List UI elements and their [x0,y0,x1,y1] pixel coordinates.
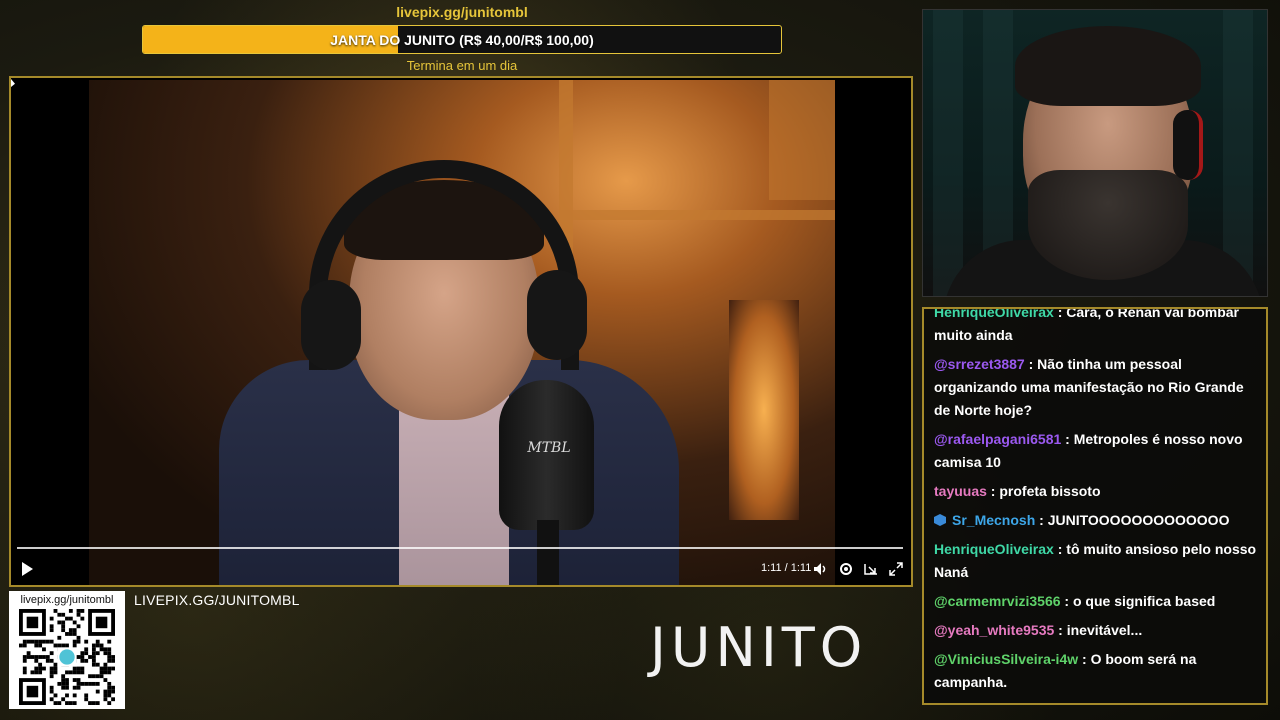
chat-separator: : [1053,541,1067,557]
chat-username[interactable]: HenriqueOliveirax [934,309,1054,320]
play-icon[interactable] [19,560,35,578]
chat-text: o que significa based [1072,593,1216,609]
qr-code-icon [19,609,115,705]
mic-logo: MTBL [527,440,571,456]
chat-message: HenriqueOliveirax : Cara, o Renan vai bo… [934,307,1260,347]
miniplayer-icon[interactable] [863,561,879,577]
chat-message: @yeah_white9535 : inevitável... [934,619,1260,642]
goal-progress-bar: JANTA DO JUNITO (R$ 40,00/R$ 100,00) [142,25,782,54]
chat-separator: : [1054,622,1067,638]
video-frame-image: MTBL [89,80,835,585]
goal-end-text: Termina em um dia [406,58,518,73]
video-player[interactable]: MTBL 1:11 / 1:11 [9,76,913,587]
sub-badge-icon [934,514,946,526]
chat-message: @carmemrvizi3566 : o que significa based [934,590,1260,613]
earcup-left [301,280,361,370]
volume-icon[interactable] [812,561,828,577]
settings-icon[interactable] [838,561,854,577]
chat-panel[interactable]: HenriqueOliveirax : Cara, o Renan vai bo… [922,307,1268,705]
chat-text: profeta bissoto [999,483,1101,499]
webcam-feed [922,9,1268,297]
chat-separator: : [1078,651,1091,667]
chat-username[interactable]: Sr_Mecnosh [952,512,1035,528]
chat-message: tayuuas : profeta bissoto [934,480,1260,503]
chat-message: @srrezet3887 : Não tinha um pessoal orga… [934,353,1260,422]
chat-separator: : [1061,431,1074,447]
background-lamp [729,300,799,520]
chat-text: inevitável... [1066,622,1143,638]
chat-separator: : [1024,356,1038,372]
chat-separator: : [1060,593,1073,609]
chat-username[interactable]: @srrezet3887 [934,356,1025,372]
streamer-beard [1028,170,1188,280]
chat-username[interactable]: @carmemrvizi3566 [934,593,1061,609]
shelf-box [769,80,835,200]
chat-text: JUNITOOOOOOOOOOOOO [1047,512,1230,528]
fullscreen-icon[interactable] [888,561,904,577]
curtain [933,10,963,296]
chat-message: @rafaelpagani6581 : Metropoles é nosso n… [934,428,1260,474]
chat-username[interactable]: @ViniciusSilveira-i4w [934,651,1078,667]
headset-icon [1173,110,1203,180]
chat-separator: : [1035,512,1048,528]
qr-label: livepix.gg/junitombl [20,594,114,606]
goal-url: livepix.gg/junitombl [396,4,528,20]
chat-separator: : [1053,307,1067,320]
qr-widget: livepix.gg/junitombl [9,591,125,709]
chat-separator: : [986,483,1000,499]
chat-message: @ViniciusSilveira-i4w : O boom será na c… [934,648,1260,694]
livepix-link: LIVEPIX.GG/JUNITOMBL [134,592,300,608]
video-controls: 1:11 / 1:11 [11,554,911,584]
chat-message: HenriqueOliveirax : tô muito ansioso pel… [934,538,1260,584]
streamer-hair [1015,26,1201,106]
goal-label: JANTA DO JUNITO (R$ 40,00/R$ 100,00) [330,31,594,48]
chat-username[interactable]: @yeah_white9535 [934,622,1054,638]
time-display: 1:11 / 1:11 [761,562,812,574]
chat-messages: HenriqueOliveirax : Cara, o Renan vai bo… [934,307,1260,700]
video-progress-bar[interactable] [17,547,903,549]
junito-logo: JUNITO [650,616,868,679]
chat-message: Sr_Mecnosh : JUNITOOOOOOOOOOOOO [934,509,1260,532]
chat-username[interactable]: HenriqueOliveirax [934,541,1054,557]
chat-username[interactable]: @rafaelpagani6581 [934,431,1061,447]
chat-username[interactable]: tayuuas [934,483,987,499]
earcup-right [527,270,587,360]
video-person: MTBL [209,120,679,585]
